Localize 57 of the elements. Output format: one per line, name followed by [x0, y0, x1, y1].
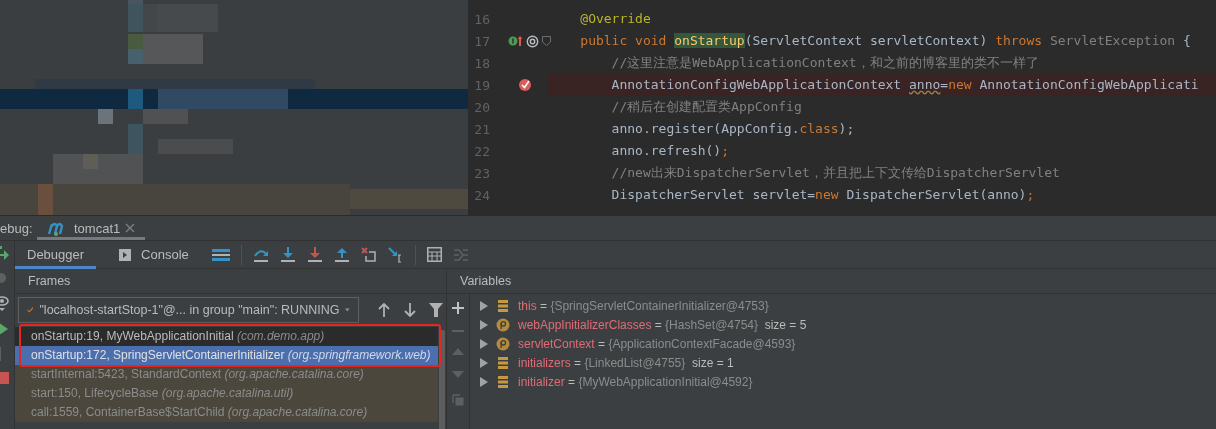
line-number: 16 — [473, 11, 490, 27]
frame-item[interactable]: onStartup:19, MyWebApplicationInitial (com.demo.app) — [15, 327, 438, 346]
expand-icon[interactable] — [480, 300, 488, 311]
frame-item[interactable]: startInternal:5423, StandardContext (org.apache.catalina.core) — [15, 365, 438, 384]
expand-icon[interactable] — [480, 338, 488, 349]
variable-item[interactable]: this = {SpringServletContainerInitializer@4753} — [518, 298, 769, 313]
run-to-cursor-icon[interactable] — [387, 246, 404, 263]
caret-icon — [345, 307, 350, 313]
line-number: 20 — [473, 99, 490, 115]
code-line: //稍后在创建配置类AppConfig — [610, 98, 803, 116]
line-number: 18 — [473, 55, 490, 71]
code-line: DispatcherServlet servlet=new DispatcherServlet(anno); — [610, 186, 1036, 204]
panel-tab[interactable]: Console — [107, 240, 201, 269]
line-number: 22 — [473, 143, 490, 159]
line-number: 23 — [473, 165, 490, 181]
line-number: 24 — [473, 187, 490, 203]
add-icon[interactable] — [452, 302, 464, 314]
calculator-icon[interactable] — [426, 247, 442, 262]
view-icon[interactable] — [0, 294, 10, 312]
panel-title: ebug: — [0, 220, 34, 236]
expand-icon[interactable] — [480, 319, 488, 330]
step-into-icon[interactable] — [279, 246, 296, 263]
frame-item[interactable]: onStartup:172, SpringServletContainerInitializer (org.springframework.web) — [15, 346, 438, 365]
step-out-icon[interactable] — [333, 246, 350, 263]
rerun-icon[interactable] — [0, 244, 10, 262]
code-line: public void onStartup(ServletContext servletContext) throws ServletException { — [579, 32, 1192, 50]
line-number: 17 — [473, 33, 490, 49]
code-line: @Override — [579, 10, 652, 28]
thread-dropdown[interactable]: "localhost-startStop-1"@... in group "main": RUNNING — [18, 297, 359, 323]
breakpoint-icon[interactable] — [518, 78, 532, 92]
expand-icon[interactable] — [480, 357, 488, 368]
drop-frame-icon[interactable] — [360, 246, 377, 263]
variable-item[interactable]: initializer = {MyWebApplicationInitial@4592} — [518, 374, 753, 389]
line-number: 21 — [473, 121, 490, 137]
fold-icon[interactable] — [542, 36, 551, 46]
arrow-down-icon[interactable] — [403, 303, 417, 317]
code-line: //new出来DispatcherServlet，并且把上下文传给DispatcherServlet — [610, 164, 1061, 182]
resume-icon[interactable] — [0, 321, 10, 337]
frame-item[interactable]: start:150, LifecycleBase (org.apache.catalina.util) — [15, 384, 438, 403]
panel-title: Frames — [15, 269, 446, 294]
variable-item[interactable]: initializers = {LinkedList@4755} size = 1 — [518, 355, 734, 370]
variable-item[interactable]: webAppInitializerClasses = {HashSet@4754} size = 5 — [518, 317, 807, 332]
code-line: anno.register(AppConfig.class); — [610, 120, 856, 138]
menu-icon[interactable] — [211, 247, 230, 262]
close-icon[interactable] — [125, 223, 136, 233]
frame-item[interactable]: call:1559, ContainerBase$StartChild (org.apache.catalina.core) — [15, 403, 438, 422]
arrow-up-icon[interactable] — [377, 303, 391, 317]
expand-icon[interactable] — [480, 376, 488, 387]
force-step-into-icon[interactable] — [306, 246, 323, 263]
stop-icon[interactable] — [0, 371, 10, 385]
variable-item[interactable]: servletContext = {ApplicationContextFacade@4593} — [518, 336, 796, 351]
panel-title: Variables — [447, 269, 1216, 294]
filter-icon[interactable] — [429, 303, 443, 317]
console-icon — [119, 248, 132, 261]
line-number: 19 — [473, 77, 490, 93]
code-line: anno.refresh(); — [610, 142, 730, 160]
check-icon — [27, 304, 34, 316]
